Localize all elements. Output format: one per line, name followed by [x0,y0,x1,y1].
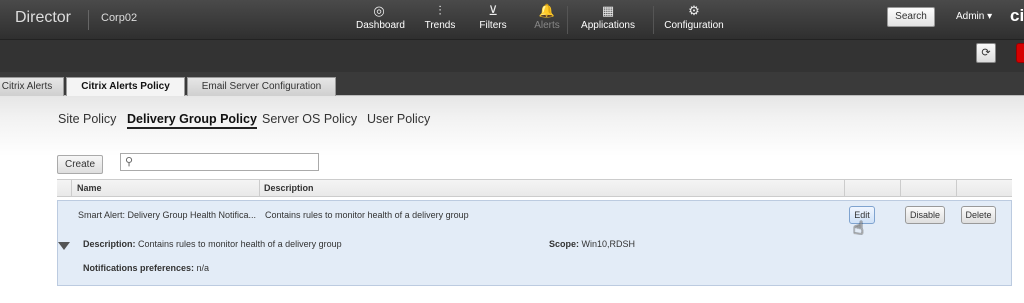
nav-dashboard-label: Dashboard [356,20,405,31]
search-icon: ⚲ [125,156,134,168]
alerts-icon: 🔔 [538,3,556,18]
secondary-toolbar [0,40,1024,72]
nav-applications-label: Applications [581,20,635,31]
subtab-server-os-policy[interactable]: Server OS Policy [262,112,357,126]
nav-configuration-label: Configuration [664,20,724,31]
applications-icon: ▦ [601,3,615,18]
dashboard-icon: ◎ [373,3,385,18]
nav-configuration[interactable]: ⚙ Configuration [662,0,726,40]
create-button[interactable]: Create [57,155,103,174]
column-divider [259,179,260,197]
delete-button[interactable]: Delete [961,206,996,224]
header-divider [88,10,89,30]
gear-icon: ⚙ [688,3,700,18]
nav-trends-label: Trends [424,20,456,31]
detail-notifications: Notifications preferences: n/a [83,263,209,273]
trends-icon: ⫶ [438,3,442,18]
column-divider [956,179,957,197]
column-divider [844,179,845,197]
user-menu[interactable]: Admin ▾ [956,11,992,22]
hand-cursor-icon: ☝ [853,218,864,238]
subtab-delivery-group-policy[interactable]: Delivery Group Policy [127,112,257,129]
detail-notifications-label: Notifications preferences: [83,263,195,273]
nav-divider [567,6,568,34]
nav-trends[interactable]: ⫶ Trends [422,0,458,40]
stop-button[interactable] [1016,43,1024,63]
policy-search-input[interactable]: ⚲ [120,153,319,171]
collapse-triangle-icon[interactable] [58,242,70,250]
tab-citrix-alerts[interactable]: Citrix Alerts [0,77,64,96]
column-header-description: Description [264,183,314,193]
nav-filters-label: Filters [479,20,507,31]
table-header: Name Description [57,179,1012,197]
nav-divider [653,6,654,34]
citrix-logo: ci [1010,6,1024,25]
subtab-user-policy[interactable]: User Policy [367,112,430,126]
column-divider [71,179,72,197]
row-description: Contains rules to monitor health of a de… [265,210,469,220]
nav-alerts-label: Alerts [534,20,560,31]
column-divider [900,179,901,197]
nav-filters[interactable]: ⊻ Filters [474,0,512,40]
global-search-button[interactable]: Search [887,7,935,27]
filters-icon: ⊻ [488,3,498,18]
detail-description: Description: Contains rules to monitor h… [83,239,342,249]
site-name: Corp02 [101,12,138,24]
row-name: Smart Alert: Delivery Group Health Notif… [78,210,257,220]
refresh-button[interactable]: ⟳ [976,43,996,63]
subtab-site-policy[interactable]: Site Policy [58,112,116,126]
detail-scope: Scope: Win10,RDSH [549,239,635,249]
detail-notifications-value: n/a [196,263,210,273]
nav-dashboard[interactable]: ◎ Dashboard [356,0,405,40]
tab-citrix-alerts-policy[interactable]: Citrix Alerts Policy [66,77,185,97]
disable-button[interactable]: Disable [905,206,945,224]
refresh-icon: ⟳ [981,47,991,59]
column-header-name: Name [77,183,102,193]
nav-alerts[interactable]: 🔔 Alerts [530,0,564,40]
detail-description-value: Contains rules to monitor health of a de… [138,239,342,249]
tab-email-server-configuration[interactable]: Email Server Configuration [187,77,336,96]
top-navigation-bar [0,0,1024,40]
nav-applications[interactable]: ▦ Applications [578,0,638,40]
detail-scope-value: Win10,RDSH [581,239,636,249]
brand-title: Director [15,9,72,26]
detail-description-label: Description: [83,239,136,249]
detail-scope-label: Scope: [549,239,580,249]
